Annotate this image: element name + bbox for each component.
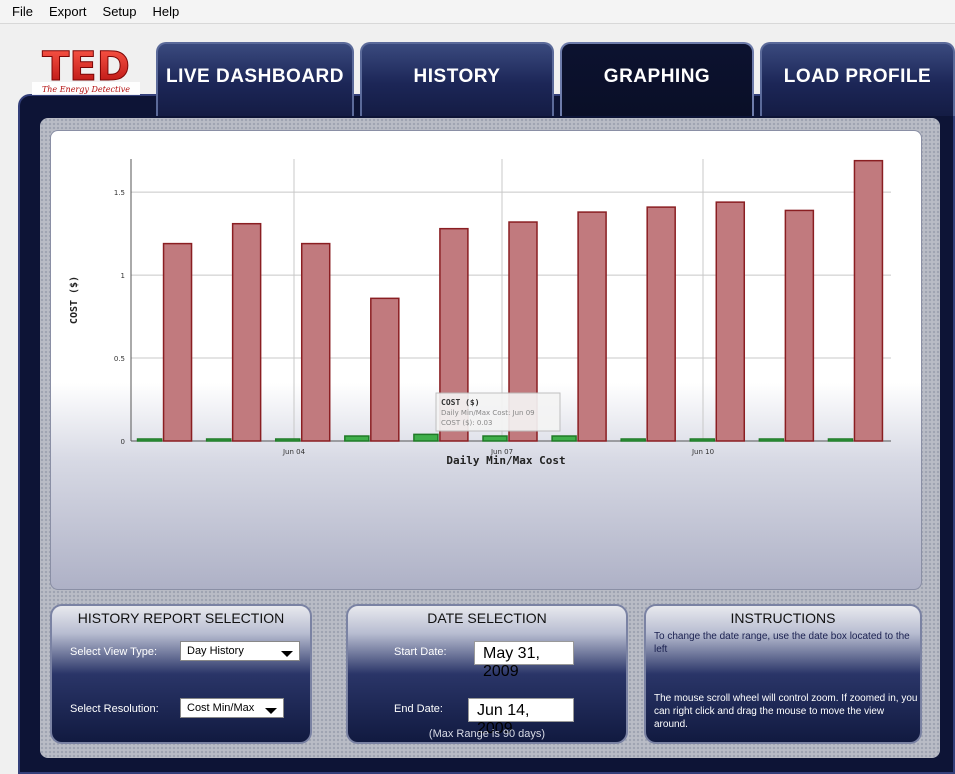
instructions-panel: INSTRUCTIONS To change the date range, u… — [644, 604, 922, 744]
max-cost-bar — [784, 209, 815, 442]
main-panel: 0 0.5 1 1.5 Jun 04 Jun 07 Jun 10 Daily Min/Max … — [18, 94, 955, 774]
tooltip-line-1: Daily Min/Max Cost: Jun 09 — [441, 409, 535, 417]
chart-panel[interactable]: 0 0.5 1 1.5 Jun 04 Jun 07 Jun 10 Daily Min/Max … — [50, 130, 922, 590]
history-report-panel: HISTORY REPORT SELECTION Select View Typ… — [50, 604, 312, 744]
y-tick-label: 1.5 — [114, 189, 125, 197]
max-cost-bar — [715, 201, 746, 442]
start-date-label: Start Date: — [394, 646, 447, 658]
ted-logo: TED The Energy Detective — [30, 40, 142, 98]
cost-chart[interactable]: 00.511.5Jun 04 Jun 07 Jun 10Daily Min/Max … — [51, 131, 922, 590]
tab-graphing[interactable]: GRAPHING — [560, 42, 754, 116]
x-tick-label: Jun 10 — [691, 448, 714, 456]
min-cost-bar — [344, 435, 370, 442]
tab-live-dashboard-label: LIVE DASHBOARD — [165, 66, 344, 87]
y-tick-label: 0 — [121, 438, 125, 446]
menu-help[interactable]: Help — [145, 4, 188, 19]
resolution-select[interactable]: Cost Min/Max — [180, 698, 284, 718]
tooltip-title: COST ($) — [441, 398, 480, 407]
min-cost-bar — [274, 438, 301, 442]
y-tick-label: 1 — [121, 272, 125, 280]
content-area: 0 0.5 1 1.5 Jun 04 Jun 07 Jun 10 Daily Min/Max … — [40, 118, 940, 758]
instructions-title: INSTRUCTIONS — [730, 610, 836, 626]
start-date-input[interactable]: May 31, 2009 — [474, 641, 574, 680]
tab-load-profile[interactable]: LOAD PROFILE — [760, 42, 955, 116]
min-cost-bar — [136, 438, 163, 442]
tab-load-profile-label: LOAD PROFILE — [783, 66, 932, 87]
max-cost-bar — [577, 211, 607, 442]
min-cost-bar — [827, 438, 854, 442]
max-cost-bar — [370, 297, 400, 442]
date-selection-panel: DATE SELECTION Start Date: May 31, 2009 … — [346, 604, 628, 744]
y-tick-label: 0.5 — [114, 355, 125, 363]
max-cost-bar — [646, 206, 676, 442]
tab-live-dashboard[interactable]: LIVE DASHBOARD — [156, 42, 354, 116]
chevron-down-icon — [281, 651, 293, 657]
max-cost-bar — [231, 222, 262, 442]
chevron-down-icon — [265, 708, 277, 714]
view-type-select[interactable]: Day History — [180, 641, 300, 661]
instructions-text-2: The mouse scroll wheel will control zoom… — [654, 693, 918, 730]
ted-logo-graphic: TED The Energy Detective — [32, 44, 140, 95]
y-axis-label: COST ($) — [69, 276, 80, 324]
history-panel-title: HISTORY REPORT SELECTION — [77, 610, 285, 626]
min-cost-bar — [620, 438, 646, 442]
x-tick-label: Jun 04 — [282, 448, 306, 456]
min-cost-bar — [413, 433, 439, 442]
tab-history[interactable]: HISTORY — [360, 42, 554, 116]
app-window: 0 0.5 1 1.5 Jun 04 Jun 07 Jun 10 Daily Min/Max … — [16, 24, 955, 774]
date-panel-title: DATE SELECTION — [427, 610, 547, 626]
end-date-input[interactable]: Jun 14, 2009 — [468, 698, 574, 737]
menu-export[interactable]: Export — [41, 4, 95, 19]
min-cost-bar — [482, 435, 508, 442]
menu-bar: File Export Setup Help — [0, 0, 955, 24]
min-cost-bar — [551, 435, 577, 442]
logo-tagline: The Energy Detective — [42, 85, 130, 94]
min-cost-bar — [205, 438, 232, 442]
max-range-note: (Max Range is 90 days) — [428, 728, 546, 740]
tab-history-label: HISTORY — [413, 66, 501, 87]
instructions-text-1: To change the date range, use the date b… — [654, 631, 910, 655]
min-cost-bar — [689, 438, 716, 442]
view-type-label: Select View Type: — [70, 646, 158, 658]
max-cost-bar — [853, 159, 884, 442]
menu-setup[interactable]: Setup — [95, 4, 145, 19]
resolution-label: Select Resolution: — [70, 703, 159, 715]
tab-graphing-label: GRAPHING — [603, 66, 711, 87]
view-type-value: Day History — [187, 645, 244, 657]
max-cost-bar — [300, 242, 331, 442]
tooltip-line-2: COST ($): 0.03 — [441, 419, 492, 427]
resolution-value: Cost Min/Max — [187, 702, 255, 714]
x-axis-label: Daily Min/Max Cost — [446, 454, 565, 467]
max-cost-bar — [162, 242, 193, 442]
menu-file[interactable]: File — [4, 4, 41, 19]
end-date-label: End Date: — [394, 703, 443, 715]
min-cost-bar — [758, 438, 785, 442]
